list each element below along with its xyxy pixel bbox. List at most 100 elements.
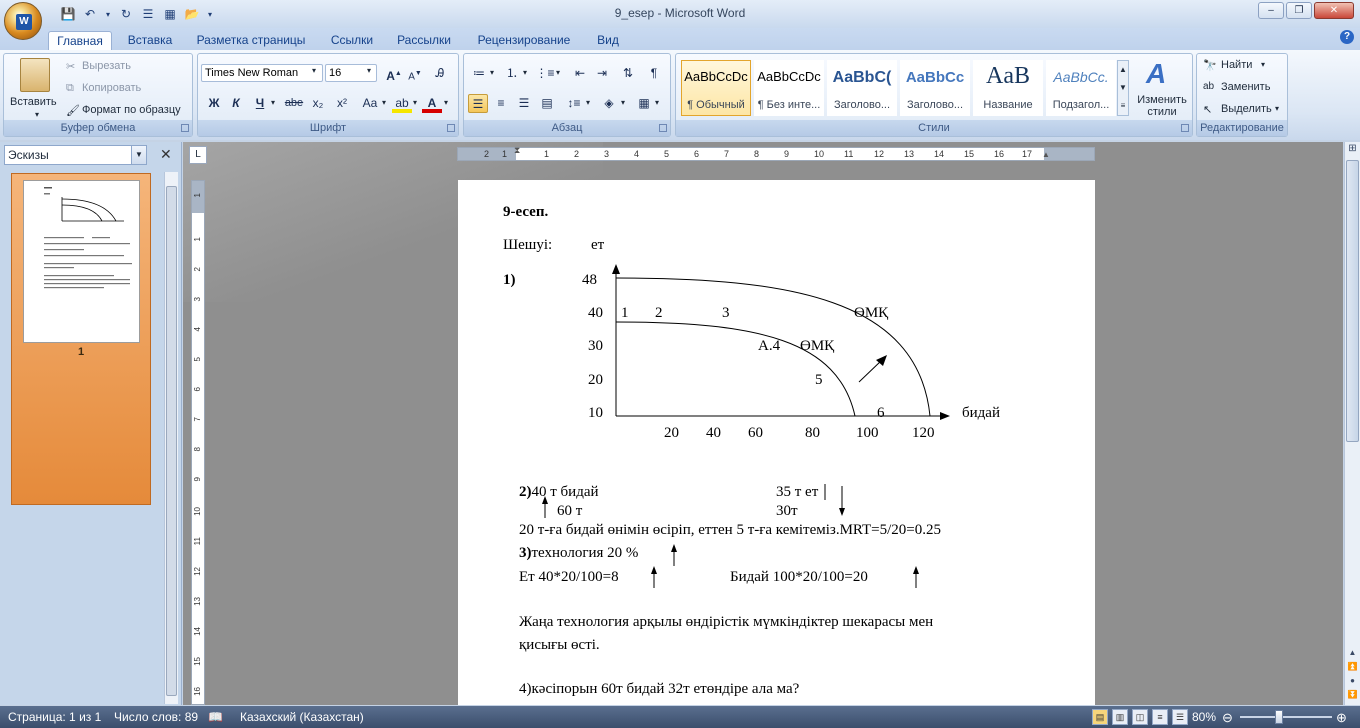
previous-page-icon[interactable]: ⏫: [1346, 660, 1359, 674]
scroll-up-icon[interactable]: ▲: [1346, 646, 1359, 660]
vertical-ruler[interactable]: 1 1 2 3 4 5 6 7 8 9 10 11 12 13 14 15 16: [191, 180, 205, 705]
grow-font-icon[interactable]: A▲: [384, 64, 404, 83]
zoom-slider-handle[interactable]: [1275, 710, 1283, 724]
scrollbar-thumb[interactable]: [1346, 160, 1359, 442]
style-heading-2[interactable]: AaBbCc Заголово...: [900, 60, 970, 116]
strikethrough-button[interactable]: abe: [284, 94, 304, 113]
indent-marker-icon[interactable]: ⧗: [514, 145, 520, 156]
copy-button[interactable]: Копировать: [82, 82, 141, 94]
font-name-dropdown-icon[interactable]: ▾: [312, 66, 316, 75]
decrease-indent-icon[interactable]: ⇤: [570, 64, 590, 83]
find-button[interactable]: Найти: [1221, 59, 1252, 71]
align-center-icon[interactable]: ≡: [491, 94, 511, 113]
styles-scroll-icon[interactable]: ▲ ▼ ≡: [1117, 60, 1129, 116]
font-name-box[interactable]: Times New Roman: [201, 64, 323, 82]
select-button[interactable]: Выделить: [1221, 103, 1272, 115]
change-styles-button[interactable]: Изменить стили: [1136, 94, 1188, 118]
maximize-button[interactable]: ❐: [1286, 2, 1312, 19]
tab-home[interactable]: Главная: [48, 31, 112, 50]
justify-icon[interactable]: ▤: [537, 94, 557, 113]
paste-button[interactable]: Вставить: [10, 96, 57, 108]
web-layout-icon[interactable]: ◫: [1132, 709, 1148, 725]
horizontal-ruler[interactable]: 2 1 1 2 3 4 5 6 7 8 9 10 11 12 13 14 15 …: [457, 145, 1095, 161]
scrollbar-thumb[interactable]: [166, 186, 177, 696]
ruler-toggle-icon[interactable]: ⊞: [1346, 142, 1359, 156]
zoom-in-icon[interactable]: ⊕: [1336, 710, 1347, 726]
paste-dropdown-icon[interactable]: ▾: [35, 110, 39, 119]
format-painter-button[interactable]: Формат по образцу: [82, 104, 181, 116]
style-subtitle[interactable]: AaBbCc. Подзагол...: [1046, 60, 1116, 116]
thumbnail-scrollbar[interactable]: [164, 172, 178, 704]
vertical-scrollbar[interactable]: ⊞ ▲ ⏫ ● ⏬: [1344, 142, 1360, 705]
tab-insert[interactable]: Вставка: [120, 31, 180, 50]
increase-indent-icon[interactable]: ⇥: [592, 64, 612, 83]
style-no-spacing[interactable]: AaBbCcDc ¶ Без инте...: [754, 60, 824, 116]
office-button[interactable]: W: [4, 2, 42, 40]
zoom-level[interactable]: 80%: [1192, 710, 1216, 724]
bullets-dropdown-icon[interactable]: ▾: [490, 68, 494, 77]
draft-icon[interactable]: ☰: [1172, 709, 1188, 725]
borders-icon[interactable]: ▦: [634, 94, 654, 113]
line-spacing-icon[interactable]: ↕≡: [564, 94, 584, 113]
dialog-launcher-icon[interactable]: [447, 124, 455, 132]
tab-view[interactable]: Вид: [590, 31, 626, 50]
line-spacing-dropdown-icon[interactable]: ▾: [586, 98, 590, 107]
shading-dropdown-icon[interactable]: ▾: [621, 98, 625, 107]
style-heading-1[interactable]: AaBbC(Заголово...: [827, 60, 897, 116]
print-layout-icon[interactable]: ▤: [1092, 709, 1108, 725]
shrink-font-icon[interactable]: A▼: [405, 64, 425, 83]
minimize-button[interactable]: –: [1258, 2, 1284, 19]
shading-icon[interactable]: ◈: [599, 94, 619, 113]
right-indent-marker-icon[interactable]: ▲: [1042, 150, 1050, 159]
close-button[interactable]: ✕: [1314, 2, 1354, 19]
select-dropdown-icon[interactable]: ▾: [1275, 104, 1279, 113]
tab-mailings[interactable]: Рассылки: [392, 31, 456, 50]
multilevel-dropdown-icon[interactable]: ▾: [556, 68, 560, 77]
align-right-icon[interactable]: ☰: [514, 94, 534, 113]
highlight-icon[interactable]: ab: [392, 94, 412, 113]
numbering-dropdown-icon[interactable]: ▾: [523, 68, 527, 77]
dialog-launcher-icon[interactable]: [1181, 124, 1189, 132]
help-icon[interactable]: ?: [1340, 30, 1354, 44]
case-dropdown-icon[interactable]: ▾: [382, 98, 386, 107]
underline-dropdown-icon[interactable]: ▾: [271, 98, 275, 107]
close-pane-icon[interactable]: ✕: [160, 146, 172, 163]
tab-stop-icon[interactable]: L: [189, 146, 207, 164]
change-case-button[interactable]: Aa: [358, 94, 382, 113]
tab-page-layout[interactable]: Разметка страницы: [190, 31, 312, 50]
cut-button[interactable]: Вырезать: [82, 60, 131, 72]
language-indicator[interactable]: Казахский (Казахстан): [240, 710, 364, 724]
align-left-icon[interactable]: ☰: [468, 94, 488, 113]
next-page-icon[interactable]: ⏬: [1346, 688, 1359, 702]
highlight-dropdown-icon[interactable]: ▾: [413, 98, 417, 107]
paste-icon[interactable]: [20, 58, 50, 92]
superscript-button[interactable]: x²: [332, 94, 352, 113]
replace-button[interactable]: Заменить: [1221, 81, 1270, 93]
style-title[interactable]: AaB Название: [973, 60, 1043, 116]
font-color-icon[interactable]: A: [422, 94, 442, 113]
bullets-icon[interactable]: ≔: [469, 64, 489, 83]
bold-button[interactable]: Ж: [204, 94, 224, 113]
clear-format-icon[interactable]: Ꭿ: [430, 64, 450, 83]
select-browse-object-icon[interactable]: ●: [1346, 674, 1359, 688]
font-color-dropdown-icon[interactable]: ▾: [444, 98, 448, 107]
dialog-launcher-icon[interactable]: [181, 124, 189, 132]
full-screen-reading-icon[interactable]: ▥: [1112, 709, 1128, 725]
show-formatting-icon[interactable]: ¶: [644, 64, 664, 83]
zoom-out-icon[interactable]: ⊖: [1222, 710, 1233, 726]
italic-button[interactable]: К: [226, 94, 246, 113]
style-normal[interactable]: AaBbCcDc ¶ Обычный: [681, 60, 751, 116]
word-count[interactable]: Число слов: 89: [114, 710, 198, 724]
underline-button[interactable]: Ч: [250, 94, 270, 113]
multilevel-list-icon[interactable]: ⋮≡: [535, 64, 555, 83]
proofing-icon[interactable]: 📖: [208, 710, 223, 724]
subscript-button[interactable]: x₂: [308, 94, 328, 113]
page-thumbnail[interactable]: 1: [11, 173, 151, 505]
numbering-icon[interactable]: ⒈: [502, 64, 522, 83]
zoom-slider[interactable]: [1240, 716, 1332, 718]
chevron-down-icon[interactable]: ▼: [131, 146, 146, 164]
dialog-launcher-icon[interactable]: [659, 124, 667, 132]
tab-references[interactable]: Ссылки: [324, 31, 380, 50]
tab-review[interactable]: Рецензирование: [468, 31, 580, 50]
find-dropdown-icon[interactable]: ▾: [1261, 60, 1265, 69]
